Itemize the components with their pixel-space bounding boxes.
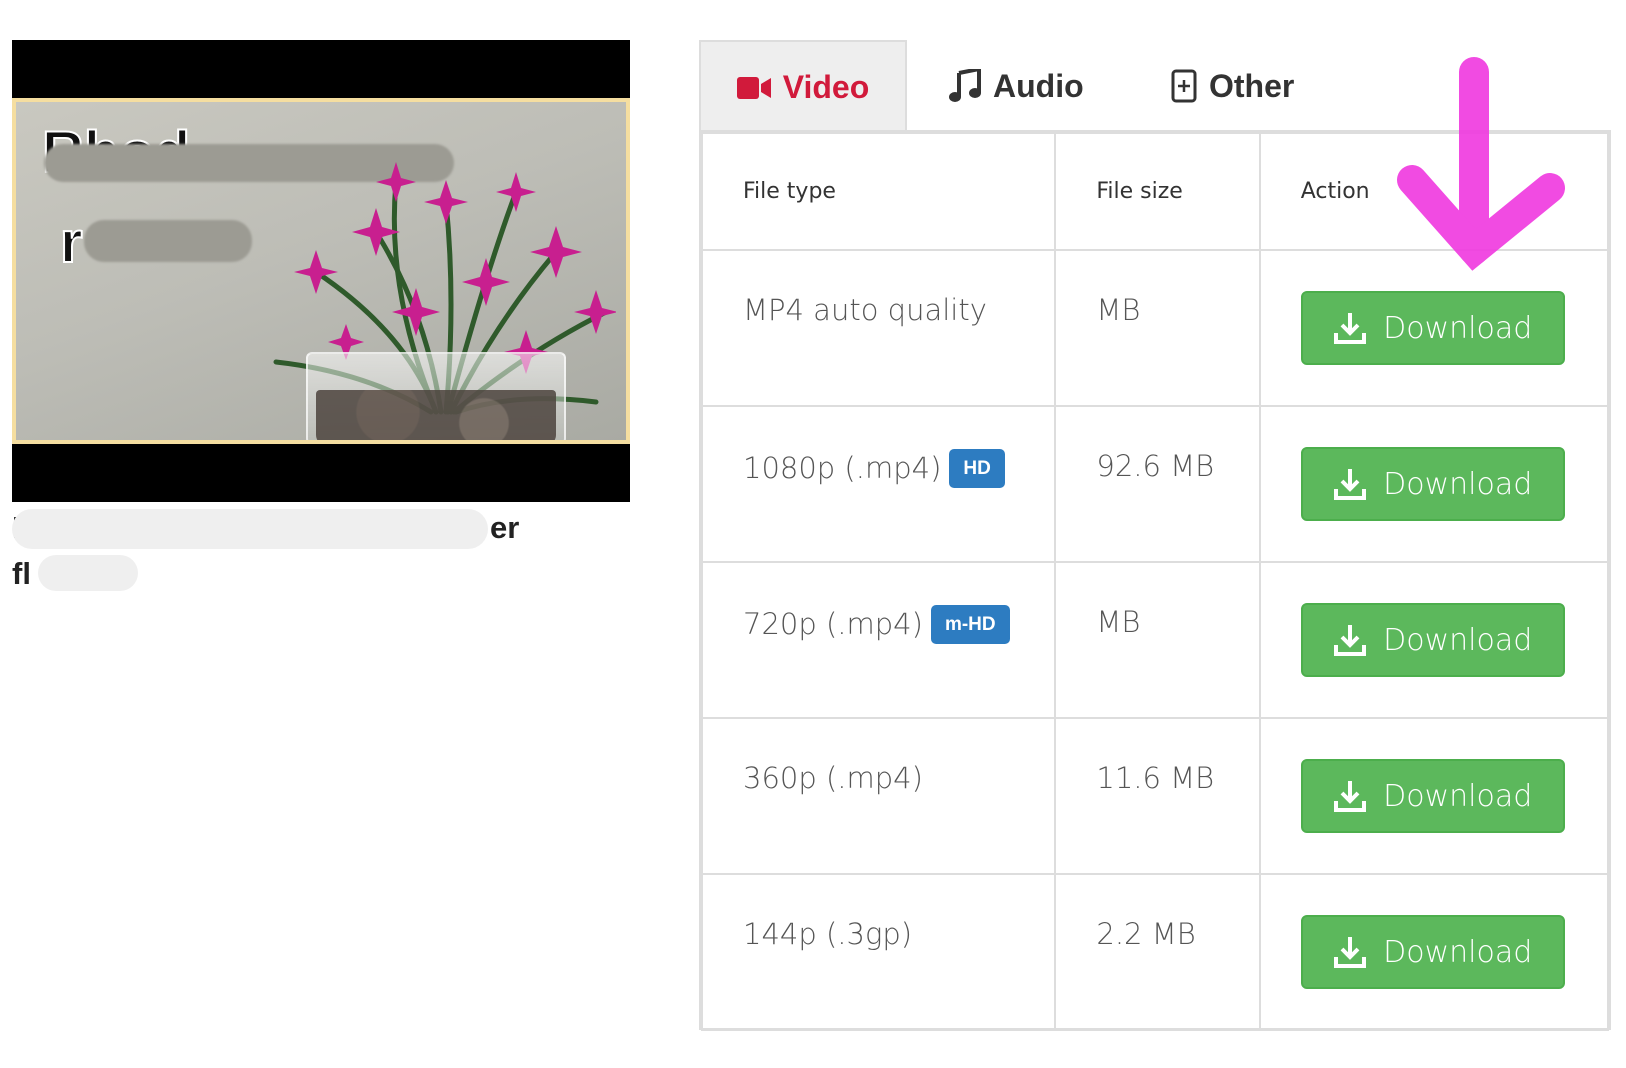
thumbnail-title-text-2: r	[59, 210, 84, 275]
download-icon	[1334, 313, 1367, 344]
file-type-cell: 144p (.3gp)	[700, 873, 1057, 1031]
download-button-label: Download	[1383, 778, 1533, 814]
download-button[interactable]: Download	[1300, 603, 1565, 677]
redaction-blur	[84, 220, 252, 262]
video-camera-icon	[736, 76, 771, 99]
header-file-size: File size	[1054, 132, 1261, 251]
file-type-text: 144p (.3gp)	[743, 917, 913, 951]
redaction-blur	[12, 509, 488, 549]
video-title-text-line2: fl	[12, 556, 31, 591]
file-size-cell: 2.2 MB	[1054, 873, 1261, 1031]
table-row: MP4 auto quality MB Download	[700, 249, 1610, 407]
video-title: Rh er fl	[12, 505, 572, 597]
table-row: 1080p (.mp4) HD 92.6 MB Download	[700, 405, 1610, 563]
file-type-text: MP4 auto quality	[743, 293, 987, 327]
file-type-text: 360p (.mp4)	[743, 761, 923, 795]
header-action: Action	[1258, 132, 1610, 251]
file-plus-icon	[1171, 69, 1197, 103]
thumbnail-image: Rhod r	[12, 98, 630, 444]
download-button-label: Download	[1383, 466, 1533, 502]
download-button[interactable]: Download	[1300, 915, 1565, 989]
action-cell: Download	[1258, 873, 1610, 1031]
file-size-cell: 92.6 MB	[1054, 405, 1261, 563]
file-type-cell: MP4 auto quality	[700, 249, 1057, 407]
file-type-text: 720p (.mp4)	[743, 607, 923, 641]
music-note-icon	[949, 69, 981, 102]
table-header-row: File type File size Action	[700, 132, 1610, 251]
file-size-cell: MB	[1054, 561, 1261, 719]
tab-other[interactable]: Other	[1171, 40, 1294, 132]
tab-video[interactable]: Video	[699, 40, 907, 133]
quality-badge: HD	[949, 449, 1005, 488]
video-thumbnail[interactable]: Rhod r	[12, 40, 630, 502]
download-table: File type File size Action MP4 auto qual…	[699, 130, 1611, 1031]
download-button-label: Download	[1383, 310, 1533, 346]
tab-other-label: Other	[1209, 67, 1295, 104]
action-cell: Download	[1258, 717, 1610, 875]
action-cell: Download	[1258, 561, 1610, 719]
format-tabs: Video Audio Other	[699, 40, 1611, 133]
download-button-label: Download	[1383, 622, 1533, 658]
file-type-cell: 720p (.mp4) m-HD	[700, 561, 1057, 719]
table-row: 720p (.mp4) m-HD MB Download	[700, 561, 1610, 719]
quality-badge: m-HD	[930, 605, 1010, 644]
tab-audio-label: Audio	[993, 67, 1084, 104]
action-cell: Download	[1258, 249, 1610, 407]
download-icon	[1334, 937, 1367, 968]
file-type-cell: 360p (.mp4)	[700, 717, 1057, 875]
download-button[interactable]: Download	[1300, 759, 1565, 833]
action-cell: Download	[1258, 405, 1610, 563]
download-button-label: Download	[1383, 934, 1533, 970]
table-row: 144p (.3gp) 2.2 MB Download	[700, 873, 1610, 1031]
download-button[interactable]: Download	[1300, 447, 1565, 521]
download-icon	[1334, 469, 1367, 500]
video-title-text-end: er	[490, 510, 520, 545]
file-size-cell: MB	[1054, 249, 1261, 407]
download-button[interactable]: Download	[1300, 291, 1565, 365]
file-size-cell: 11.6 MB	[1054, 717, 1261, 875]
tab-video-label: Video	[782, 69, 870, 105]
tab-audio[interactable]: Audio	[949, 40, 1084, 132]
file-type-text: 1080p (.mp4)	[743, 451, 942, 485]
header-file-type: File type	[700, 132, 1057, 251]
redaction-blur	[38, 555, 138, 591]
download-icon	[1334, 781, 1367, 812]
file-type-cell: 1080p (.mp4) HD	[700, 405, 1057, 563]
table-row: 360p (.mp4) 11.6 MB Download	[700, 717, 1610, 875]
download-icon	[1334, 625, 1367, 656]
vase-soil	[316, 390, 556, 440]
